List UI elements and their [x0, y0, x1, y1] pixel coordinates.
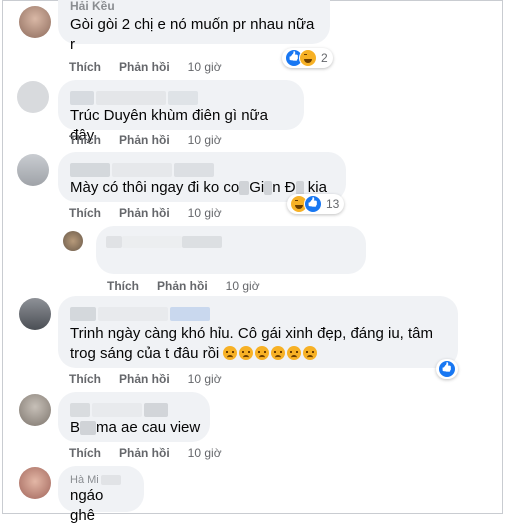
- reply-link[interactable]: Phản hồi: [157, 279, 208, 293]
- commenter-name[interactable]: [106, 232, 356, 249]
- like-link[interactable]: Thích: [69, 60, 101, 74]
- comment-bubble: Trúc Duyên khùm điên gì nữa đây: [58, 80, 304, 144]
- comment-text: Gòi gòi 2 chị e nó muốn pr nhau nữa r: [70, 16, 315, 53]
- comment-actions: Thích Phản hồi 10 giờ: [69, 60, 240, 74]
- comment-time[interactable]: 10 giờ: [188, 372, 222, 386]
- reaction-summary[interactable]: 13: [287, 194, 345, 214]
- comment-bubble: Hải Kều Gòi gòi 2 chị e nó muốn pr nhau …: [58, 0, 330, 53]
- like-icon: [438, 360, 456, 378]
- sad-emoji-icon: [239, 346, 254, 360]
- comment-bubble: [96, 226, 366, 274]
- comment-actions: Thích Phản hồi 10 giờ: [69, 372, 240, 386]
- reply-link[interactable]: Phản hồi: [119, 206, 170, 220]
- comment-actions: Thích Phản hồi 10 giờ: [69, 133, 240, 147]
- comment-time[interactable]: 10 giờ: [188, 206, 222, 220]
- comment-bubble: Bma ae cau view: [58, 392, 210, 442]
- comment-bubble: Trinh ngày càng khó hỉu. Cô gái xinh đẹp…: [58, 296, 458, 368]
- like-link[interactable]: Thích: [107, 279, 139, 293]
- commenter-name[interactable]: [70, 88, 292, 106]
- comment-text: Trinh ngày càng khó hỉu. Cô gái xinh đẹp…: [70, 325, 434, 362]
- avatar[interactable]: [19, 298, 51, 330]
- like-link[interactable]: Thích: [69, 372, 101, 386]
- comment-time[interactable]: 10 giờ: [188, 446, 222, 460]
- avatar[interactable]: [19, 394, 51, 426]
- comment-actions: Thích Phản hồi 10 giờ: [107, 279, 278, 293]
- like-icon: [304, 195, 322, 213]
- comment-text: Bma ae cau view: [70, 419, 201, 436]
- reaction-summary[interactable]: [436, 359, 458, 379]
- commenter-name[interactable]: Hải Kều: [70, 0, 318, 12]
- reply-link[interactable]: Phản hồi: [119, 372, 170, 386]
- comment-text: ngáo ghê: [70, 487, 104, 524]
- commenter-name[interactable]: [70, 304, 446, 322]
- haha-icon: [299, 49, 317, 67]
- reply-link[interactable]: Phản hồi: [119, 133, 170, 147]
- sad-emoji-icon: [255, 346, 270, 360]
- avatar[interactable]: [17, 154, 49, 186]
- reply-link[interactable]: Phản hồi: [119, 60, 170, 74]
- avatar[interactable]: [17, 81, 49, 113]
- comment-time[interactable]: 10 giờ: [188, 133, 222, 147]
- comment-time[interactable]: 10 giờ: [188, 60, 222, 74]
- reply-link[interactable]: Phản hồi: [119, 446, 170, 460]
- reaction-count: 2: [321, 51, 328, 65]
- sad-emoji-icon: [287, 346, 302, 360]
- sad-emoji-icon: [303, 346, 318, 360]
- comment-time[interactable]: 10 giờ: [226, 279, 260, 293]
- commenter-name[interactable]: Hà Mi: [70, 470, 132, 486]
- sad-emoji-icon: [223, 346, 238, 360]
- avatar[interactable]: [19, 6, 51, 38]
- commenter-name[interactable]: [70, 400, 198, 418]
- sad-emoji-icon: [271, 346, 286, 360]
- avatar[interactable]: [63, 231, 83, 251]
- commenter-name[interactable]: [70, 160, 334, 178]
- like-link[interactable]: Thích: [69, 446, 101, 460]
- reaction-summary[interactable]: 2: [282, 48, 333, 68]
- like-link[interactable]: Thích: [69, 206, 101, 220]
- comment-actions: Thích Phản hồi 10 giờ: [69, 446, 240, 460]
- comment-actions: Thích Phản hồi 10 giờ: [69, 206, 240, 220]
- reaction-count: 13: [326, 197, 340, 211]
- avatar[interactable]: [19, 467, 51, 499]
- like-link[interactable]: Thích: [69, 133, 101, 147]
- comment-bubble: Hà Mi ngáo ghê: [58, 466, 144, 524]
